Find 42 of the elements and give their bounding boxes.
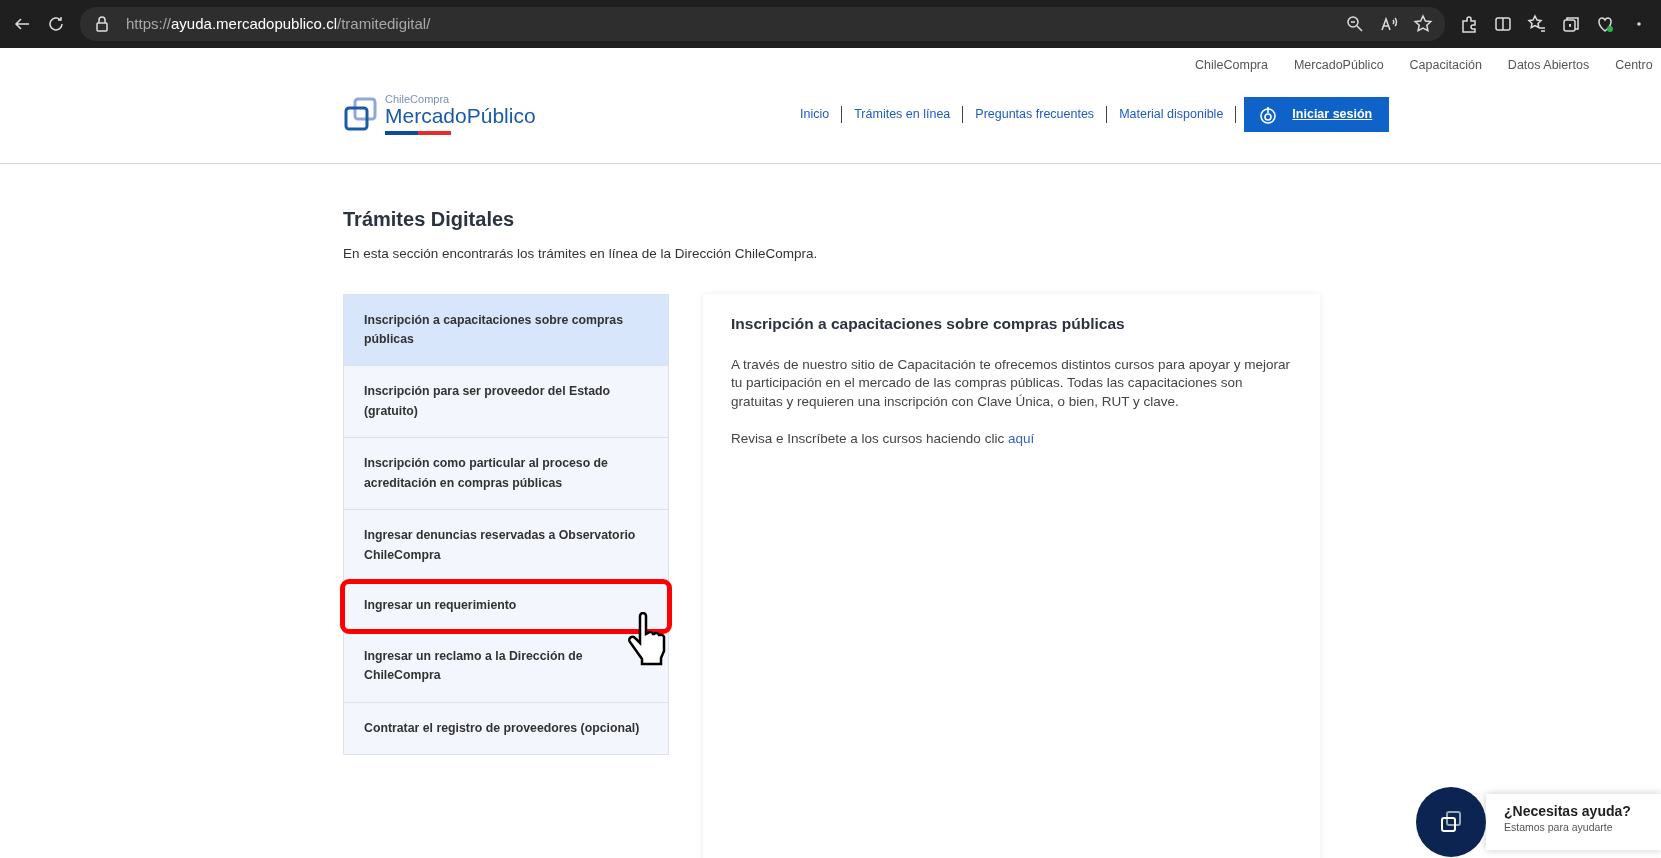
puzzle-icon[interactable] (1459, 14, 1479, 34)
star-icon[interactable] (1413, 14, 1433, 34)
page-title: Trámites Digitales (343, 207, 516, 232)
procedure-item[interactable]: Inscripción para ser proveedor del Estado (gratuito) (343, 366, 669, 439)
logo-subtitle: ChileCompra (385, 94, 451, 106)
power-icon (1258, 104, 1279, 125)
procedure-item[interactable]: Inscripción a capacitaciones sobre compras públicas (343, 294, 669, 367)
flag-stripe (385, 130, 451, 135)
nav-link[interactable]: Trámites en línea (842, 106, 964, 123)
link[interactable]: aquí (1007, 431, 1035, 447)
procedure-item[interactable]: Ingresar denuncias reservadas a Observatorio ChileCompra (343, 510, 669, 583)
hand-cursor-icon (628, 612, 668, 668)
login-button[interactable]: Iniciar sesión (1244, 97, 1390, 132)
refresh-icon[interactable] (46, 14, 66, 34)
logo-icon (343, 96, 379, 133)
procedure-item[interactable]: Ingresar un reclamo a la Dirección de ChileCompra (343, 630, 669, 703)
panel-link-text: Revisa e Inscríbete a los cursos haciendo clic aquí (731, 430, 1036, 449)
help-title: ¿Necesitas ayuda? (1504, 802, 1632, 821)
collections-icon[interactable] (1561, 14, 1581, 34)
procedure-item[interactable]: Inscripción como particular al proceso de acreditación en compras públicas (343, 438, 669, 511)
nav-link[interactable]: Material disponible (1107, 106, 1237, 123)
intro-text: En esta sección encontrarás los trámites en línea de la Dirección ChileCompra. (343, 245, 819, 263)
top-link[interactable]: Capacitación (1409, 56, 1482, 78)
top-link[interactable]: Centro (1615, 56, 1653, 78)
top-link[interactable]: Datos Abiertos (1507, 56, 1590, 78)
zoom-out-icon[interactable] (1345, 14, 1365, 34)
top-link[interactable]: ChileCompra (1195, 56, 1268, 78)
panel-title: Inscripción a capacitaciones sobre compras públicas (731, 314, 1126, 335)
logo-text[interactable]: MercadoPúblico (385, 105, 536, 128)
procedure-item[interactable]: Ingresar un requerimiento (343, 582, 669, 631)
favorites-icon[interactable] (1527, 14, 1547, 34)
chat-icon (1438, 809, 1464, 835)
top-link[interactable]: MercadoPúblico (1293, 56, 1384, 78)
panel-text: A través de nuestro sitio de Capacitación te ofrecemos distintos cursos para apoyar y mejorar tu participación en el mercado de las compras públicas. Todas las capacitaciones son gratuitas y requieren una inscripción con Clave Única, o bien, RUT y clave. (731, 355, 1292, 412)
nav-link[interactable]: Preguntas frecuentes (963, 106, 1108, 123)
url-text[interactable]: https://ayuda.mercadopublico.cl/tramitedigital/ (126, 12, 431, 36)
help-subtitle: Estamos para ayudarte (1504, 820, 1614, 836)
procedure-item[interactable]: Contratar el registro de proveedores (opcional) (343, 702, 669, 755)
health-icon[interactable] (1595, 14, 1615, 34)
nav-link[interactable]: Inicio (788, 106, 843, 123)
help-card[interactable]: ¿Necesitas ayuda? Estamos para ayudarte (1486, 794, 1661, 850)
split-screen-icon[interactable] (1493, 14, 1513, 34)
